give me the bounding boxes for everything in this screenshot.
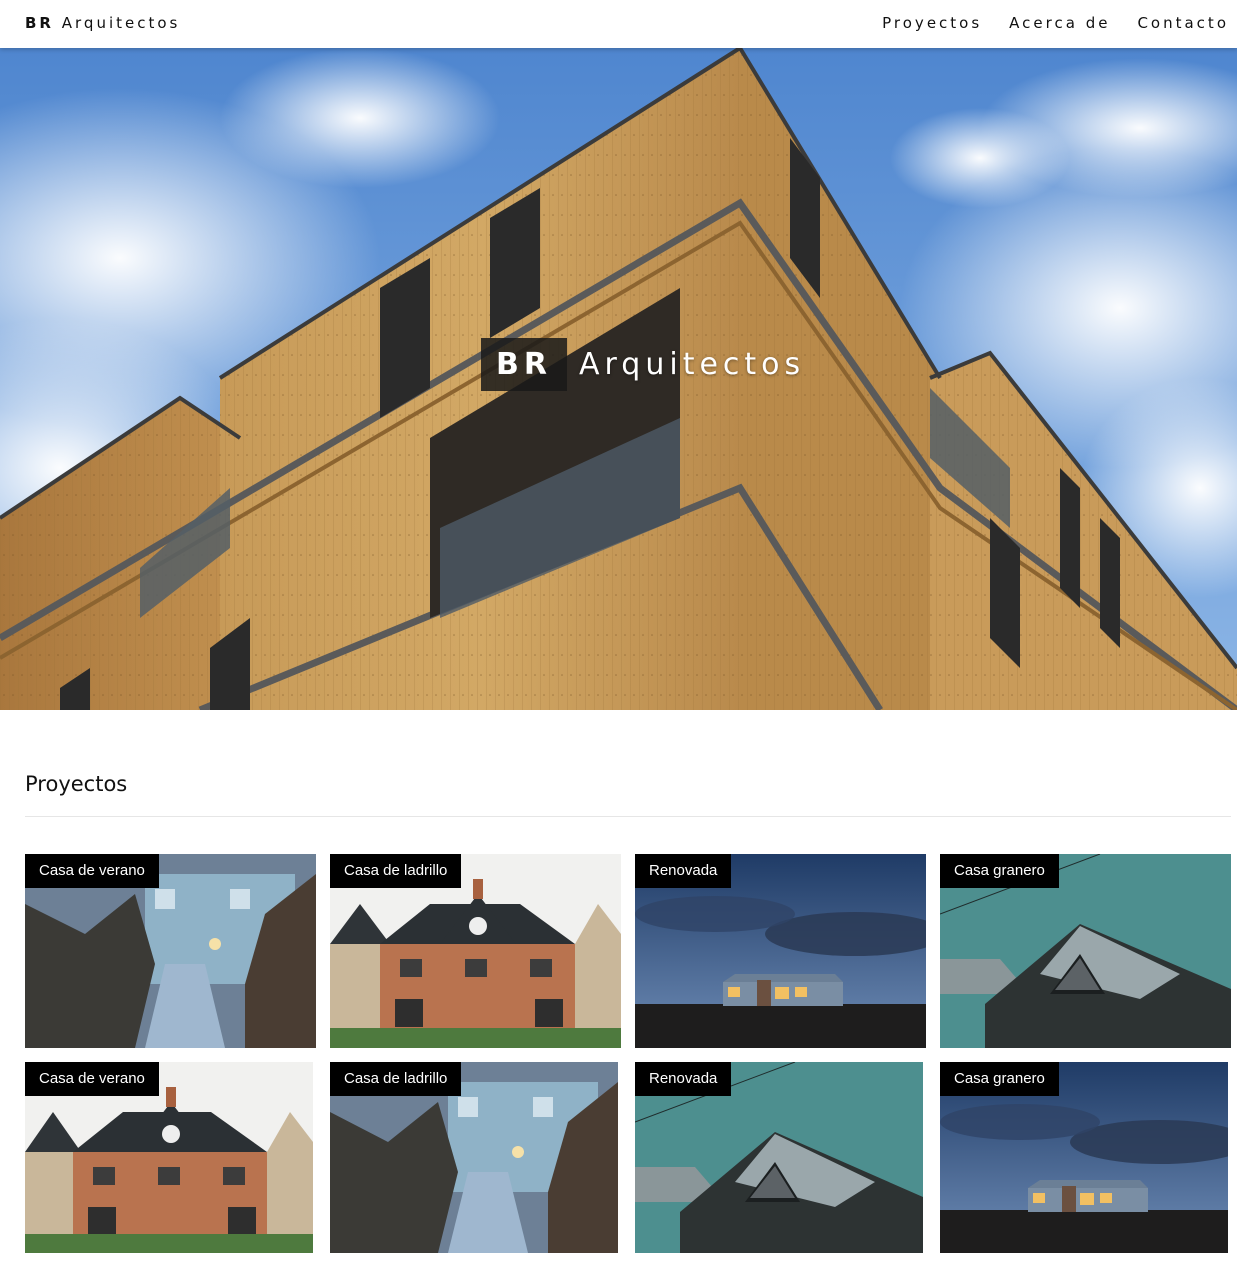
nav-link-acerca-de[interactable]: Acerca de: [1009, 14, 1110, 32]
project-card[interactable]: Casa de verano: [25, 854, 316, 1048]
project-card[interactable]: Renovada: [635, 1062, 923, 1253]
brand-bold: BR: [25, 14, 54, 32]
project-label: Renovada: [635, 854, 732, 888]
hero-banner: BR Arquitectos: [0, 48, 1237, 710]
project-card[interactable]: Casa granero: [940, 1062, 1228, 1253]
projects-heading: Proyectos: [25, 772, 128, 796]
main-nav: Proyectos Acerca de Contacto: [855, 14, 1229, 32]
brand-name: Arquitectos: [61, 14, 181, 32]
brand-logo-link[interactable]: BR Arquitectos: [25, 14, 180, 32]
project-card[interactable]: Casa granero: [940, 854, 1231, 1048]
project-label: Casa de ladrillo: [330, 1062, 462, 1096]
project-label: Casa de verano: [25, 854, 159, 888]
nav-link-contacto[interactable]: Contacto: [1137, 14, 1229, 32]
project-label: Casa granero: [940, 854, 1059, 888]
project-card[interactable]: Casa de ladrillo: [330, 854, 621, 1048]
project-card[interactable]: Casa de ladrillo: [330, 1062, 618, 1253]
project-label: Renovada: [635, 1062, 732, 1096]
top-bar: BR Arquitectos Proyectos Acerca de Conta…: [0, 0, 1237, 48]
project-card[interactable]: Casa de verano: [25, 1062, 313, 1253]
projects-divider: [25, 816, 1231, 817]
project-label: Casa granero: [940, 1062, 1059, 1096]
hero-title-bold: BR: [481, 338, 567, 391]
project-card[interactable]: Renovada: [635, 854, 926, 1048]
nav-link-proyectos[interactable]: Proyectos: [882, 14, 982, 32]
project-label: Casa de verano: [25, 1062, 159, 1096]
project-label: Casa de ladrillo: [330, 854, 462, 888]
hero-title: BR Arquitectos: [481, 338, 805, 391]
hero-title-name: Arquitectos: [578, 347, 806, 382]
